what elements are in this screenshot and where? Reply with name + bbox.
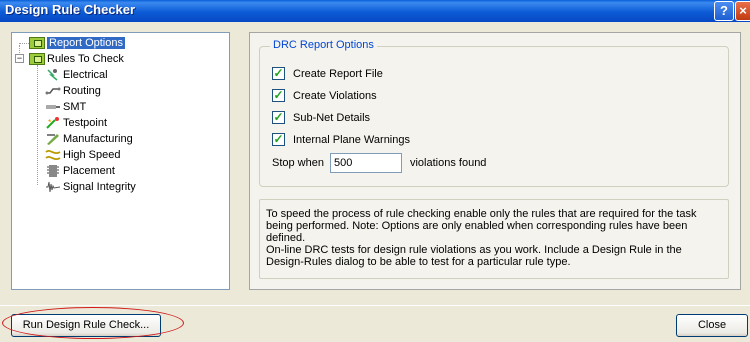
stop-when-label: Stop when xyxy=(272,157,324,169)
tree-item-label: SMT xyxy=(63,101,87,113)
drc-report-options-group: DRC Report Options ✓ Create Report File … xyxy=(259,39,729,187)
divider xyxy=(0,305,750,306)
testpoint-icon xyxy=(45,116,61,130)
tree-item-label: Routing xyxy=(63,85,101,97)
option-label: Create Report File xyxy=(293,67,383,80)
tree-item-label: High Speed xyxy=(63,149,121,161)
close-window-button[interactable]: × xyxy=(735,1,750,21)
violations-limit-input[interactable]: 500 xyxy=(329,153,402,173)
tree-item-label: Rules To Check xyxy=(47,53,124,65)
tree-item-label: Signal Integrity xyxy=(63,181,136,193)
smt-icon xyxy=(45,100,61,114)
help-button[interactable]: ? xyxy=(714,1,734,21)
tree-item-manufacturing[interactable]: Manufacturing xyxy=(45,131,133,147)
violations-found-label: violations found xyxy=(409,157,487,169)
rules-tree[interactable]: Report Options − Rules To Check Electric… xyxy=(11,32,230,290)
high-speed-icon xyxy=(45,148,61,162)
group-title: DRC Report Options xyxy=(270,39,377,51)
option-label: Create Violations xyxy=(293,89,377,102)
tree-item-rules-to-check[interactable]: Rules To Check xyxy=(29,51,124,67)
tree-item-routing[interactable]: Routing xyxy=(45,83,101,99)
tree-item-label: Placement xyxy=(63,165,115,177)
option-label: Internal Plane Warnings xyxy=(293,133,410,146)
title-bar: Design Rule Checker ? × xyxy=(0,0,750,22)
tree-item-report-options[interactable]: Report Options xyxy=(29,35,125,51)
routing-icon xyxy=(45,84,61,98)
option-label: Sub-Net Details xyxy=(293,111,371,124)
options-panel: DRC Report Options ✓ Create Report File … xyxy=(249,32,741,290)
signal-integrity-icon xyxy=(45,180,61,194)
stop-when-row: Stop when 500 violations found xyxy=(272,153,486,173)
folder-icon xyxy=(29,52,45,66)
window-title: Design Rule Checker xyxy=(5,2,136,17)
tree-item-label: Report Options xyxy=(47,37,125,49)
tree-item-label: Manufacturing xyxy=(63,133,133,145)
tree-item-label: Electrical xyxy=(63,69,108,81)
electrical-icon xyxy=(45,68,61,82)
close-button[interactable]: Close xyxy=(676,314,748,337)
tree-item-smt[interactable]: SMT xyxy=(45,99,86,115)
tree-item-label: Testpoint xyxy=(63,117,108,129)
checkbox[interactable]: ✓ xyxy=(272,89,285,102)
checkbox[interactable]: ✓ xyxy=(272,67,285,80)
folder-icon xyxy=(29,36,45,50)
run-design-rule-check-button[interactable]: Run Design Rule Check... xyxy=(11,314,161,337)
tree-item-placement[interactable]: Placement xyxy=(45,163,115,179)
placement-icon xyxy=(45,164,61,178)
tree-item-electrical[interactable]: Electrical xyxy=(45,67,108,83)
manufacturing-icon xyxy=(45,132,61,146)
option-create-violations[interactable]: ✓ Create Violations xyxy=(272,89,377,102)
checkbox[interactable]: ✓ xyxy=(272,133,285,146)
collapse-toggle[interactable]: − xyxy=(15,54,24,63)
tree-item-testpoint[interactable]: Testpoint xyxy=(45,115,107,131)
checkbox[interactable]: ✓ xyxy=(272,111,285,124)
option-create-report-file[interactable]: ✓ Create Report File xyxy=(272,67,383,80)
tree-item-high-speed[interactable]: High Speed xyxy=(45,147,121,163)
option-internal-plane-warnings[interactable]: ✓ Internal Plane Warnings xyxy=(272,133,410,146)
help-description: To speed the process of rule checking en… xyxy=(259,199,729,279)
option-sub-net-details[interactable]: ✓ Sub-Net Details xyxy=(272,111,370,124)
tree-item-signal-integrity[interactable]: Signal Integrity xyxy=(45,179,136,195)
